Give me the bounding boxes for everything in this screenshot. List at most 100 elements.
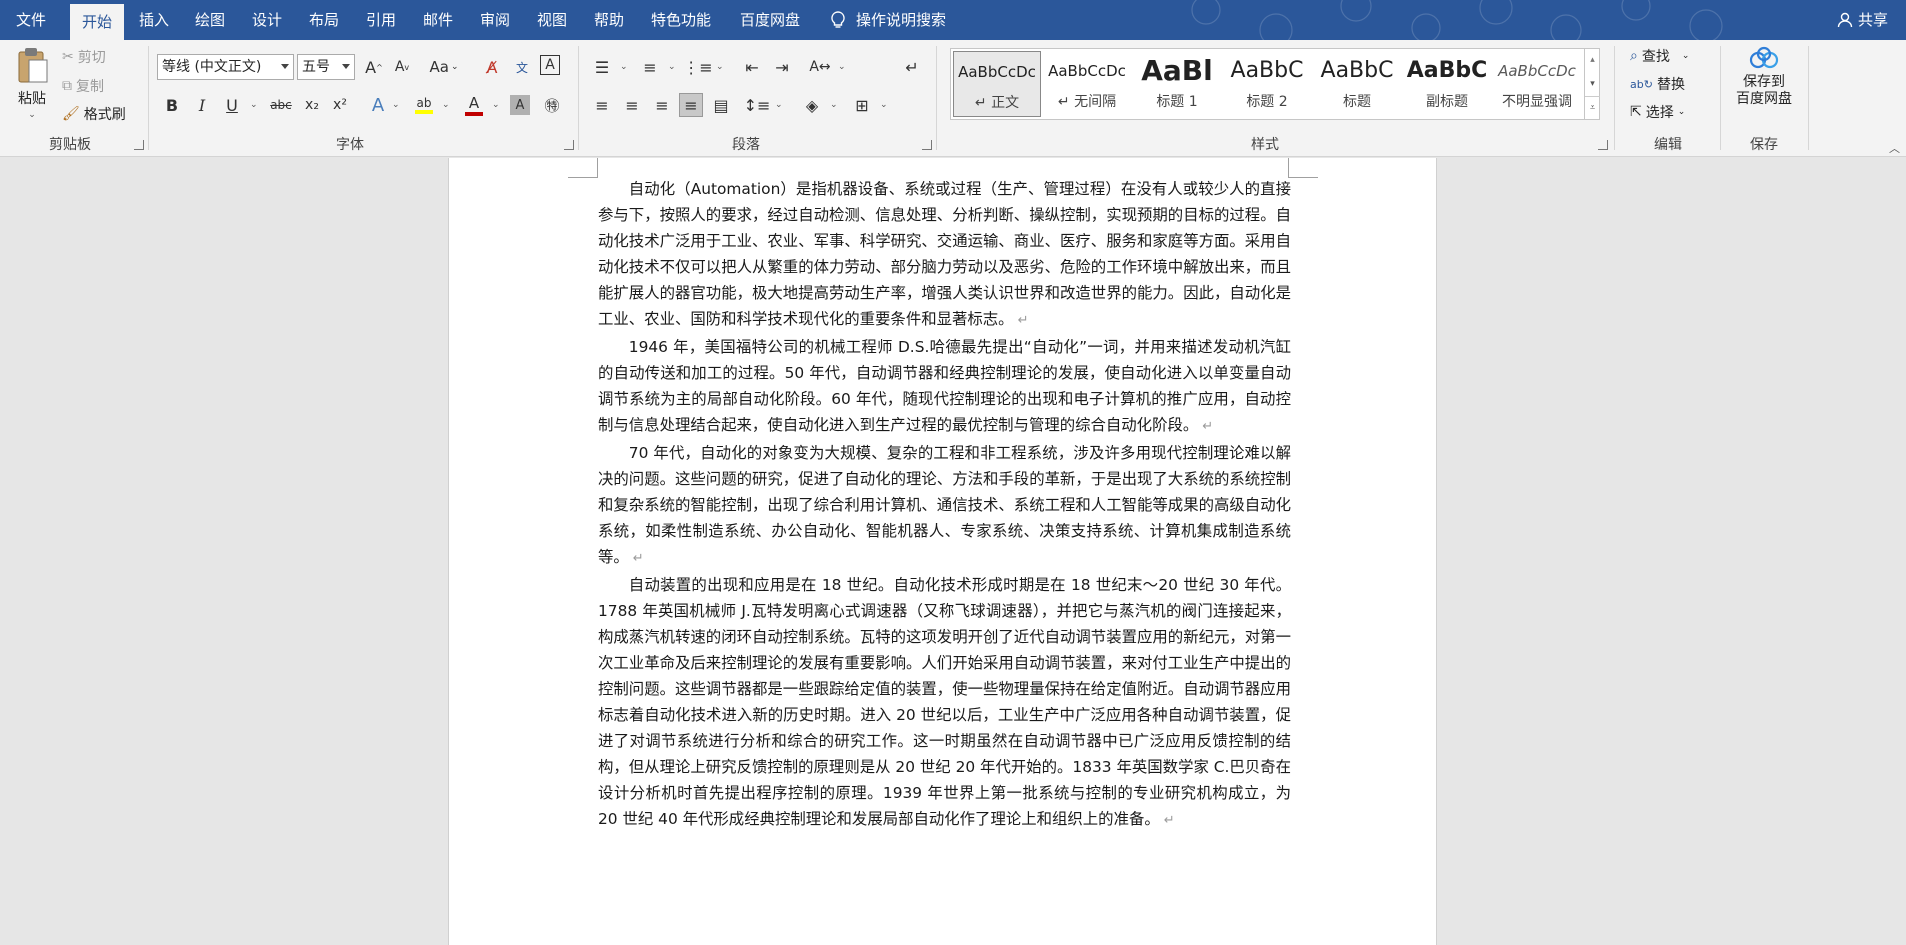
justify-icon[interactable]: ≡ [679,93,703,117]
borders-icon[interactable]: ⊞ [850,93,874,117]
paintbrush-icon: 🖌 [62,106,80,122]
tab-layout[interactable]: 布局 [298,0,350,40]
subscript-button[interactable]: x₂ [300,93,324,117]
chevron-down-icon[interactable]: ⌄ [620,62,628,72]
tab-features[interactable]: 特色功能 [645,0,717,40]
shrink-font-icon[interactable]: Av [390,55,414,79]
tab-file[interactable]: 文件 [4,0,58,40]
change-case-button[interactable]: Aa⌄ [428,55,460,79]
multilevel-list-icon[interactable]: ⋮≡ [686,55,710,79]
tab-mailings[interactable]: 邮件 [412,0,464,40]
font-family-value: 等线 (中文正文) [162,59,261,75]
decrease-indent-icon[interactable]: ⇤ [740,55,764,79]
chevron-down-icon[interactable]: ⌄ [716,62,724,72]
shading-icon[interactable]: ◈ [800,93,824,117]
highlight-color-button[interactable]: ab [412,93,436,117]
bullets-icon[interactable]: ☰ [590,55,614,79]
font-dialog-launcher[interactable] [564,140,574,150]
chevron-down-icon[interactable]: ⌄ [880,100,888,110]
chevron-down-icon[interactable]: ⌄ [668,62,676,72]
phonetic-guide-icon[interactable]: 文 [510,55,534,79]
styles-dialog-launcher[interactable] [1598,140,1608,150]
tab-home[interactable]: 开始 [70,4,124,40]
font-size-combo[interactable]: 五号 [297,54,355,80]
clipboard-dialog-launcher[interactable] [134,140,144,150]
save-to-netdisk-button[interactable]: 保存到 百度网盘 [1726,46,1802,108]
align-center-icon[interactable]: ≡ [620,93,644,117]
scroll-down-icon[interactable]: ▾ [1585,72,1600,96]
text-effects-icon[interactable]: A [366,93,390,117]
tab-review[interactable]: 审阅 [469,0,521,40]
document-body[interactable]: 自动化（Automation）是指机器设备、系统或过程（生产、管理过程）在没有人… [598,176,1291,834]
numbering-icon[interactable]: ≡ [638,55,662,79]
enclose-characters-icon[interactable]: ㊕ [540,93,564,117]
style-no-spacing[interactable]: AaBbCcDc ↵ 无间隔 [1043,51,1131,117]
paste-label: 粘贴 [18,88,46,108]
chevron-down-icon[interactable]: ⌄ [442,100,450,110]
style-subtle-emphasis[interactable]: AaBbCcDc 不明显强调 [1493,51,1581,117]
paragraph[interactable]: 自动装置的出现和应用是在 18 世纪。自动化技术形成时期是在 18 世纪末～20… [598,572,1291,834]
paragraph[interactable]: 自动化（Automation）是指机器设备、系统或过程（生产、管理过程）在没有人… [598,176,1291,334]
share-button[interactable]: 共享 [1836,0,1888,40]
format-painter-label: 格式刷 [84,104,126,124]
superscript-button[interactable]: x² [328,93,352,117]
chevron-down-icon[interactable]: ⌄ [1678,107,1686,117]
strikethrough-button[interactable]: abc [266,93,296,117]
chevron-down-icon[interactable]: ⌄ [492,100,500,110]
copy-button[interactable]: ⧉ 复制 [62,76,104,96]
grow-font-icon[interactable]: A^ [362,55,386,79]
underline-button[interactable]: U [220,93,244,117]
align-left-icon[interactable]: ≡ [590,93,614,117]
format-painter-button[interactable]: 🖌 格式刷 [62,104,126,124]
collapse-ribbon-icon[interactable]: ︿ [1889,140,1900,156]
tab-design[interactable]: 设计 [241,0,293,40]
tab-help[interactable]: 帮助 [583,0,635,40]
replace-label: 替换 [1657,74,1685,94]
paste-button[interactable]: 粘贴 ⌄ [10,46,54,120]
strikethrough-label: abc [270,98,292,112]
increase-indent-icon[interactable]: ⇥ [770,55,794,79]
chevron-down-icon[interactable]: ⌄ [1682,51,1690,61]
style-heading-2[interactable]: AaBbC 标题 2 [1223,51,1311,117]
select-button[interactable]: ⇱ 选择 ⌄ [1630,102,1685,122]
character-border-icon[interactable]: A [540,55,560,75]
align-right-icon[interactable]: ≡ [650,93,674,117]
font-color-button[interactable]: A [462,93,486,117]
font-family-combo[interactable]: 等线 (中文正文) [157,54,294,80]
tab-references[interactable]: 引用 [355,0,407,40]
style-heading-1[interactable]: AaBl 标题 1 [1133,51,1221,117]
gallery-more-icon[interactable]: ⩡ [1585,96,1600,118]
italic-button[interactable]: I [190,93,214,117]
chevron-down-icon[interactable]: ⌄ [392,100,400,110]
tab-baidu-netdisk[interactable]: 百度网盘 [730,0,810,40]
line-spacing-icon[interactable]: ↕≡ [745,93,769,117]
replace-button[interactable]: ab↻ 替换 [1630,74,1685,94]
character-shading-icon[interactable]: A [510,95,530,115]
chevron-down-icon[interactable]: ⌄ [250,100,258,110]
chevron-down-icon[interactable]: ⌄ [28,110,36,120]
paragraph[interactable]: 70 年代，自动化的对象变为大规模、复杂的工程和非工程系统，涉及许多用现代控制理… [598,440,1291,572]
tab-insert[interactable]: 插入 [128,0,180,40]
chevron-down-icon[interactable]: ⌄ [830,100,838,110]
paragraph-dialog-launcher[interactable] [922,140,932,150]
styles-gallery-scroll[interactable]: ▴ ▾ ⩡ [1584,48,1600,120]
cut-button[interactable]: ✂ 剪切 [62,47,106,67]
paragraph[interactable]: 1946 年，美国福特公司的机械工程师 D.S.哈德最先提出“自动化”一词，并用… [598,334,1291,440]
style-title[interactable]: AaBbC 标题 [1313,51,1401,117]
bold-button[interactable]: B [160,93,184,117]
chinese-layout-icon[interactable]: A↔ [808,55,832,79]
document-page[interactable]: 自动化（Automation）是指机器设备、系统或过程（生产、管理过程）在没有人… [448,158,1437,945]
chevron-down-icon[interactable]: ⌄ [775,100,783,110]
group-separator [1614,46,1615,150]
style-normal[interactable]: AaBbCcDc ↵ 正文 [953,51,1041,117]
chevron-down-icon[interactable]: ⌄ [838,62,846,72]
tab-view[interactable]: 视图 [526,0,578,40]
find-button[interactable]: ⌕ 查找 ⌄ [1630,46,1689,66]
tell-me-search[interactable]: 操作说明搜索 [856,0,976,40]
show-paragraph-marks-icon[interactable]: ↵ [900,55,924,79]
distributed-icon[interactable]: ▤ [709,93,733,117]
tab-draw[interactable]: 绘图 [184,0,236,40]
scroll-up-icon[interactable]: ▴ [1585,48,1600,72]
clear-formatting-icon[interactable]: A̸ [480,55,504,79]
style-subtitle[interactable]: AaBbC 副标题 [1403,51,1491,117]
